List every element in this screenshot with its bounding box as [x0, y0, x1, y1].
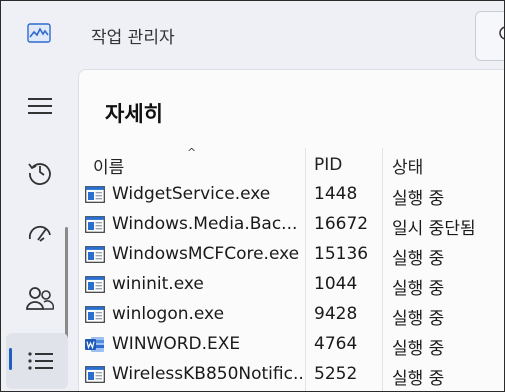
process-pid: 16672 — [314, 214, 369, 234]
app-window-icon — [85, 276, 105, 293]
process-name: WindowsMCFCore.exe — [112, 244, 300, 264]
history-icon — [28, 163, 51, 185]
process-status: 실행 중 — [392, 249, 445, 269]
process-status: 실행 중 — [392, 279, 445, 299]
nav-details-button[interactable] — [23, 344, 57, 378]
column-header-pid[interactable]: PID — [314, 150, 384, 180]
process-name: Windows.Media.Bac... — [112, 214, 298, 234]
hamburger-icon — [28, 98, 52, 114]
details-list-icon — [28, 352, 53, 370]
page-title: 자세히 — [105, 102, 163, 126]
navigation-sidebar — [1, 67, 77, 391]
app-window-icon — [85, 306, 105, 323]
process-name: winlogon.exe — [112, 304, 225, 324]
column-status-label: 상태 — [392, 157, 424, 178]
nav-startup-apps[interactable] — [23, 217, 57, 251]
table-row[interactable]: WirelessKB850Notific... 5252 실행 중 — [79, 360, 504, 390]
process-status: 실행 중 — [392, 309, 445, 329]
search-icon — [499, 26, 504, 40]
process-status: 일시 중단됨 — [392, 219, 476, 239]
process-pid: 1448 — [314, 184, 358, 204]
users-icon — [26, 287, 54, 310]
table-row[interactable]: WindowsMCFCore.exe 15136 실행 중 — [79, 240, 504, 270]
process-status: 실행 중 — [392, 369, 445, 389]
app-window-icon — [85, 216, 105, 233]
details-panel: 자세히 ^ 이름 PID 상태 WidgetService.exe 1448 실행 … — [78, 69, 504, 391]
process-status: 실행 중 — [392, 339, 445, 359]
process-name: wininit.exe — [112, 274, 204, 294]
nav-users[interactable] — [23, 281, 57, 315]
speedometer-icon — [28, 225, 51, 242]
title-bar: 작업 관리자 — [1, 1, 504, 65]
task-manager-window: 작업 관리자 자세히 ^ 이름 PID 상태 WidgetService.exe… — [0, 0, 505, 392]
table-row[interactable]: wininit.exe 1044 실행 중 — [79, 270, 504, 300]
process-pid: 15136 — [314, 244, 369, 264]
process-status: 실행 중 — [392, 189, 445, 209]
process-pid: 1044 — [314, 274, 358, 294]
table-row[interactable]: WidgetService.exe 1448 실행 중 — [79, 180, 504, 210]
process-pid: 5252 — [314, 364, 358, 384]
table-row[interactable]: WINWORD.EXE 4764 실행 중 — [79, 330, 504, 360]
process-name: WINWORD.EXE — [112, 334, 241, 354]
process-name: WirelessKB850Notific... — [112, 364, 302, 384]
process-name: WidgetService.exe — [112, 184, 271, 204]
active-indicator — [9, 348, 12, 370]
column-header-name[interactable]: 이름 — [93, 150, 303, 180]
app-window-icon — [85, 246, 105, 263]
column-header-status[interactable]: 상태 — [392, 150, 504, 180]
app-window-icon — [85, 186, 105, 203]
column-pid-label: PID — [314, 155, 343, 175]
process-pid: 9428 — [314, 304, 358, 324]
nav-app-history[interactable] — [23, 155, 57, 189]
table-row[interactable]: Windows.Media.Bac... 16672 일시 중단됨 — [79, 210, 504, 240]
menu-button[interactable] — [23, 89, 57, 123]
table-row[interactable]: winlogon.exe 9428 실행 중 — [79, 300, 504, 330]
app-title: 작업 관리자 — [91, 28, 175, 48]
app-window-icon — [85, 366, 105, 383]
column-name-label: 이름 — [93, 157, 125, 178]
process-pid: 4764 — [314, 334, 358, 354]
word-icon — [85, 336, 105, 353]
task-manager-app-icon — [27, 23, 51, 43]
